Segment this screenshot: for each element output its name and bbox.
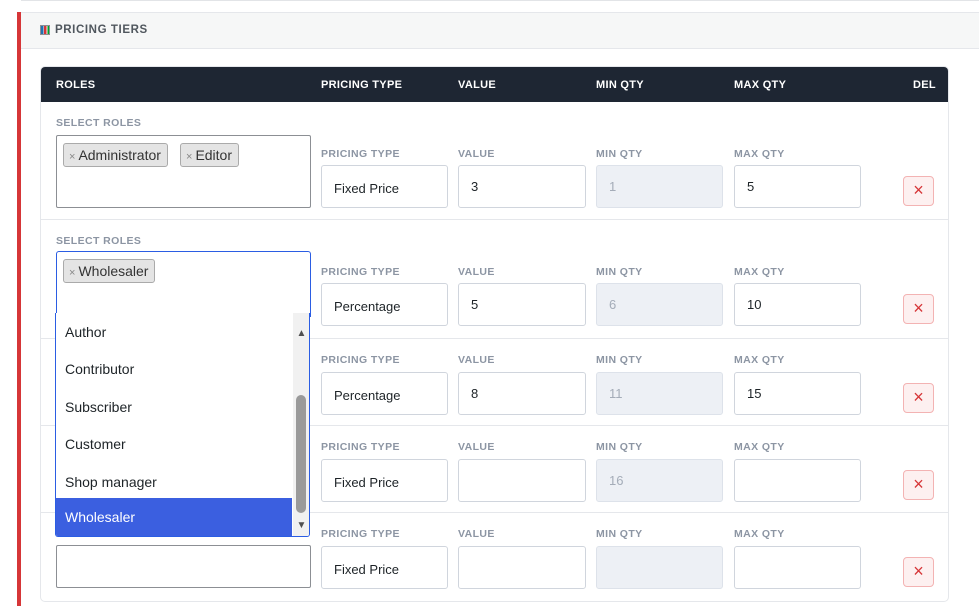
roles-select[interactable] xyxy=(56,545,311,588)
value-label: VALUE xyxy=(458,148,495,160)
dropdown-option-customer[interactable]: Customer xyxy=(56,425,292,463)
max-qty-input[interactable]: 10 xyxy=(734,283,861,326)
value-input[interactable]: 5 xyxy=(458,283,586,326)
pricing-type-label: PRICING TYPE xyxy=(321,354,400,366)
header-roles: ROLES xyxy=(56,79,96,91)
roles-select[interactable]: × Wholesaler xyxy=(56,251,311,317)
value-label: VALUE xyxy=(458,441,495,453)
value-label: VALUE xyxy=(458,528,495,540)
max-qty-label: MAX QTY xyxy=(734,528,785,540)
section-title: PRICING TIERS xyxy=(40,24,148,36)
min-qty-input: 11 xyxy=(596,372,723,415)
dropdown-option-author[interactable]: Author xyxy=(56,313,292,351)
min-qty-input: 1 xyxy=(596,165,723,208)
dropdown-option-subscriber[interactable]: Subscriber xyxy=(56,388,292,426)
min-qty-input xyxy=(596,546,723,589)
chart-icon xyxy=(40,25,50,35)
min-qty-input: 16 xyxy=(596,459,723,502)
section-title-text: PRICING TIERS xyxy=(55,24,148,36)
select-roles-label: SELECT ROLES xyxy=(56,117,142,129)
delete-row-button[interactable]: × xyxy=(903,557,934,587)
table-row: SELECT ROLES × Administrator × Editor PRIC… xyxy=(41,102,948,220)
max-qty-label: MAX QTY xyxy=(734,266,785,278)
delete-row-button[interactable]: × xyxy=(903,176,934,206)
min-qty-input: 6 xyxy=(596,283,723,326)
max-qty-label: MAX QTY xyxy=(734,354,785,366)
section-header: PRICING TIERS xyxy=(21,12,979,49)
max-qty-input[interactable] xyxy=(734,459,861,502)
min-qty-label: MIN QTY xyxy=(596,148,643,160)
header-pricing-type: PRICING TYPE xyxy=(321,79,403,91)
header-max-qty: MAX QTY xyxy=(734,79,787,91)
value-input[interactable]: 8 xyxy=(458,372,586,415)
min-qty-label: MIN QTY xyxy=(596,266,643,278)
pricing-type-select[interactable]: Fixed Price xyxy=(321,165,448,208)
pricing-type-label: PRICING TYPE xyxy=(321,528,400,540)
role-tag[interactable]: × Editor xyxy=(180,143,240,167)
dropdown-option-shop-manager[interactable]: Shop manager xyxy=(56,463,292,501)
max-qty-label: MAX QTY xyxy=(734,441,785,453)
min-qty-label: MIN QTY xyxy=(596,354,643,366)
pricing-type-select[interactable]: Fixed Price xyxy=(321,459,448,502)
scroll-down-icon[interactable]: ▼ xyxy=(294,520,309,532)
table-header: ROLES PRICING TYPE VALUE MIN QTY MAX QTY… xyxy=(41,67,948,102)
dropdown-option-contributor[interactable]: Contributor xyxy=(56,350,292,388)
role-tag[interactable]: × Wholesaler xyxy=(63,259,156,283)
pricing-type-select[interactable]: Percentage xyxy=(321,372,448,415)
delete-row-button[interactable]: × xyxy=(903,470,934,500)
pricing-type-label: PRICING TYPE xyxy=(321,266,400,278)
max-qty-input[interactable]: 15 xyxy=(734,372,861,415)
value-input[interactable] xyxy=(458,459,586,502)
roles-select[interactable]: × Administrator × Editor xyxy=(56,135,311,208)
header-min-qty: MIN QTY xyxy=(596,79,644,91)
min-qty-label: MIN QTY xyxy=(596,528,643,540)
header-value: VALUE xyxy=(458,79,496,91)
delete-row-button[interactable]: × xyxy=(903,383,934,413)
min-qty-label: MIN QTY xyxy=(596,441,643,453)
pricing-type-label: PRICING TYPE xyxy=(321,148,400,160)
pricing-type-select[interactable]: Percentage xyxy=(321,283,448,326)
scrollbar-thumb[interactable] xyxy=(296,395,306,513)
role-tag[interactable]: × Administrator xyxy=(63,143,168,167)
header-del: DEL xyxy=(913,79,936,91)
value-label: VALUE xyxy=(458,354,495,366)
max-qty-input[interactable] xyxy=(734,546,861,589)
roles-dropdown: Author Contributor Subscriber Customer S… xyxy=(55,313,310,537)
dropdown-option-wholesaler[interactable]: Wholesaler xyxy=(56,498,292,536)
scroll-up-icon[interactable]: ▲ xyxy=(294,328,309,340)
value-label: VALUE xyxy=(458,266,495,278)
tag-remove-icon[interactable]: × xyxy=(186,151,192,163)
select-roles-label: SELECT ROLES xyxy=(56,235,142,247)
pricing-type-select[interactable]: Fixed Price xyxy=(321,546,448,589)
max-qty-label: MAX QTY xyxy=(734,148,785,160)
delete-row-button[interactable]: × xyxy=(903,294,934,324)
tag-remove-icon[interactable]: × xyxy=(69,267,75,279)
tag-remove-icon[interactable]: × xyxy=(69,151,75,163)
value-input[interactable]: 3 xyxy=(458,165,586,208)
max-qty-input[interactable]: 5 xyxy=(734,165,861,208)
page: PRICING TIERS ROLES PRICING TYPE VALUE M… xyxy=(0,0,979,606)
value-input[interactable] xyxy=(458,546,586,589)
pricing-type-label: PRICING TYPE xyxy=(321,441,400,453)
